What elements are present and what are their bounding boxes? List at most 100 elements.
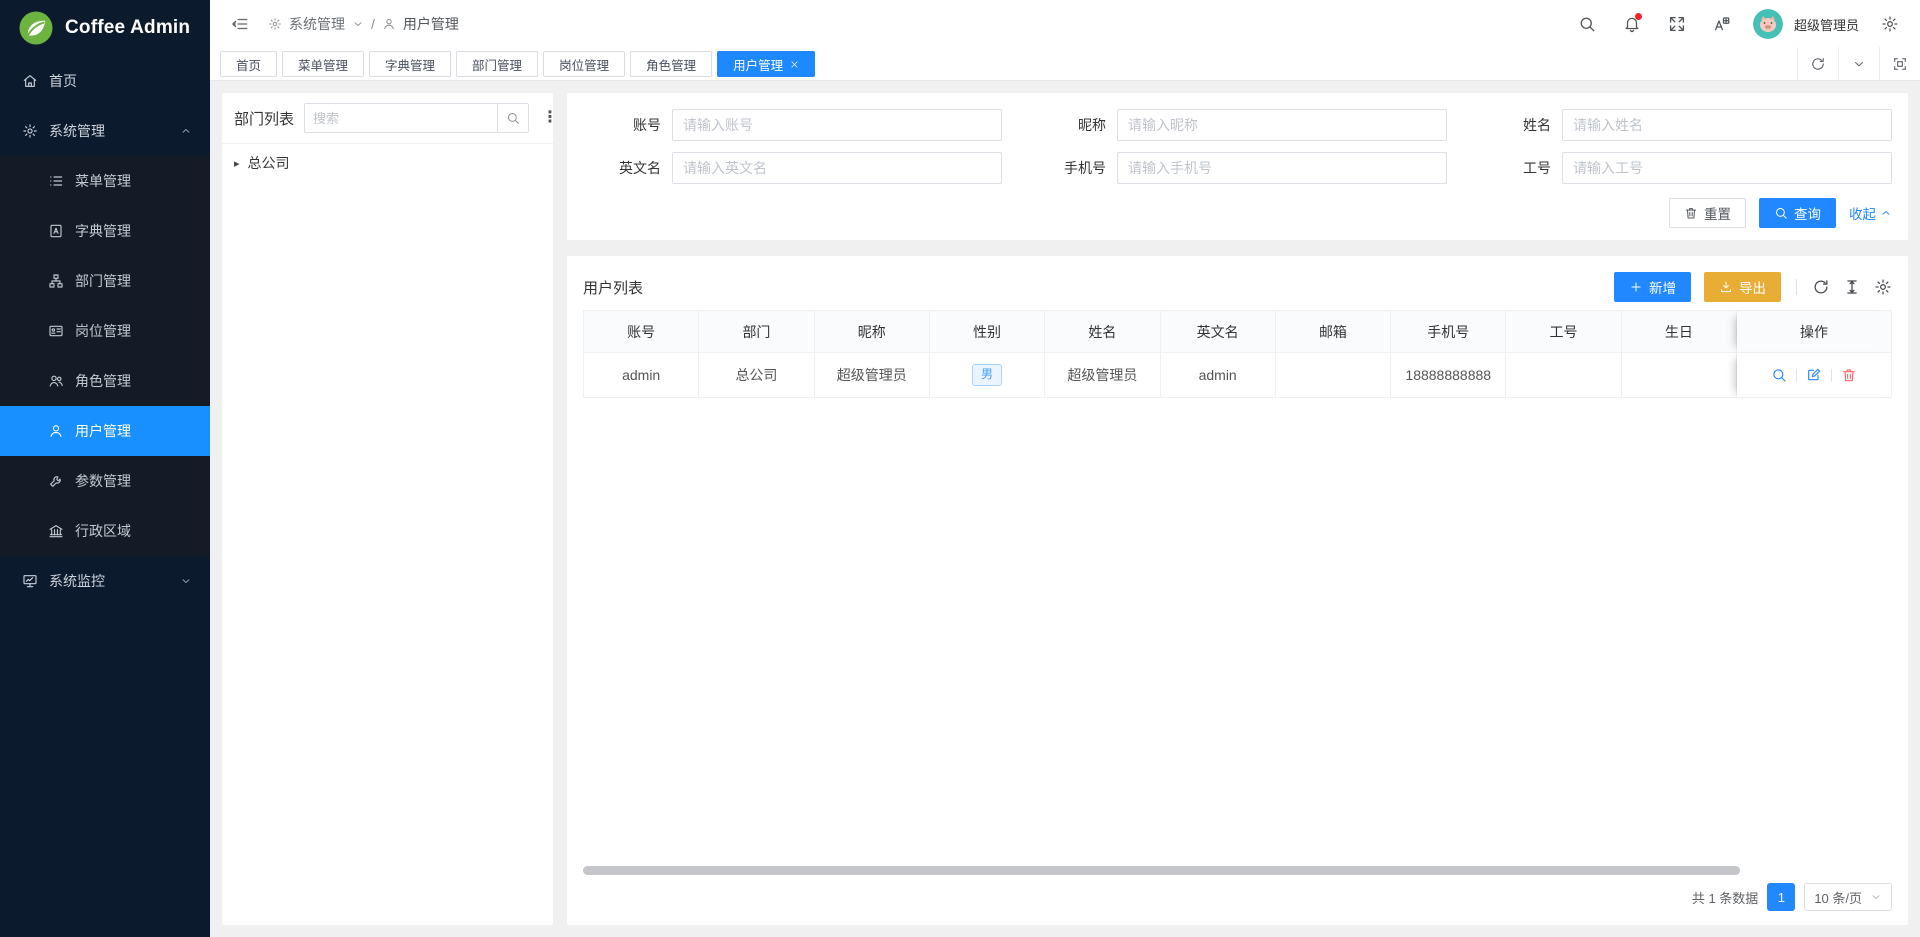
page-size-value: 10 条/页	[1814, 888, 1862, 907]
tab-menu-mgmt[interactable]: 菜单管理	[282, 51, 364, 77]
horizontal-scrollbar[interactable]	[583, 866, 1740, 875]
reset-button[interactable]: 重置	[1669, 198, 1746, 228]
fullscreen-button[interactable]	[1663, 10, 1691, 38]
sidebar-item-post-mgmt[interactable]: 岗位管理	[0, 306, 210, 356]
action-divider	[1831, 369, 1832, 382]
right-column: 账号 昵称 姓名 英文名	[567, 93, 1908, 925]
cell-name: 超级管理员	[1045, 353, 1160, 398]
magnifier-icon	[1771, 367, 1787, 383]
sidebar-item-label: 字典管理	[75, 221, 131, 241]
name-input[interactable]	[1562, 109, 1892, 141]
department-panel-header: 部门列表 ⋮	[222, 93, 553, 144]
sidebar-item-param-mgmt[interactable]: 参数管理	[0, 456, 210, 506]
chevron-down-icon	[1852, 57, 1866, 71]
tab-post-mgmt[interactable]: 岗位管理	[543, 51, 625, 77]
sidebar-item-admin-region[interactable]: 行政区域	[0, 506, 210, 556]
phone-input[interactable]	[1117, 152, 1447, 184]
search-form: 账号 昵称 姓名 英文名	[567, 93, 1908, 240]
sidebar-item-dict-mgmt[interactable]: 字典管理	[0, 206, 210, 256]
tab-dept-mgmt[interactable]: 部门管理	[456, 51, 538, 77]
department-search-input[interactable]	[304, 103, 497, 133]
sidebar-menu: 首页 系统管理 菜单管理 字典管理 部门管理	[0, 56, 210, 937]
collapse-form-link[interactable]: 收起	[1849, 203, 1892, 223]
page-size-select[interactable]: 10 条/页	[1804, 883, 1892, 911]
gear-icon	[268, 17, 282, 31]
gender-tag: 男	[972, 364, 1002, 386]
tree-node-head-office[interactable]: ▸ 总公司	[234, 153, 541, 173]
sidebar-item-role-mgmt[interactable]: 角色管理	[0, 356, 210, 406]
edit-row-button[interactable]	[1806, 367, 1822, 383]
maximize-content-button[interactable]	[1879, 47, 1920, 80]
user-table-card: 用户列表 新增 导出	[567, 256, 1908, 925]
settings-button[interactable]	[1876, 10, 1904, 38]
refresh-icon	[1812, 278, 1830, 296]
search-form-grid: 账号 昵称 姓名 英文名	[583, 109, 1892, 184]
cell-account: admin	[584, 353, 699, 398]
sidebar-group-system[interactable]: 系统管理	[0, 106, 210, 156]
view-row-button[interactable]	[1771, 367, 1787, 383]
table-title: 用户列表	[583, 277, 643, 298]
row-height-button[interactable]	[1843, 278, 1861, 296]
delete-row-button[interactable]	[1841, 367, 1857, 383]
breadcrumb-level1[interactable]: 系统管理	[289, 14, 345, 34]
sidebar-group-monitor[interactable]: 系统监控	[0, 556, 210, 606]
tab-user-mgmt[interactable]: 用户管理	[717, 51, 815, 77]
notifications-button[interactable]	[1618, 10, 1646, 38]
maximize-icon	[1892, 56, 1908, 72]
sidebar-item-user-mgmt[interactable]: 用户管理	[0, 406, 210, 456]
monitor-icon	[22, 573, 38, 589]
breadcrumb-level2: 用户管理	[403, 14, 459, 34]
en-name-input[interactable]	[672, 152, 1002, 184]
sidebar-item-home[interactable]: 首页	[0, 56, 210, 106]
tree-expand-icon[interactable]: ▸	[234, 157, 240, 170]
dictionary-icon	[48, 223, 64, 239]
tab-label: 部门管理	[472, 55, 522, 74]
account-input[interactable]	[672, 109, 1002, 141]
global-search-button[interactable]	[1573, 10, 1601, 38]
tab-actions-dropdown[interactable]	[1838, 47, 1879, 80]
cell-en-name: admin	[1161, 353, 1276, 398]
app-logo[interactable]: Coffee Admin	[0, 0, 210, 56]
tab-role-mgmt[interactable]: 角色管理	[630, 51, 712, 77]
chevron-up-icon	[180, 125, 192, 137]
tab-label: 用户管理	[733, 55, 783, 74]
sidebar-item-label: 菜单管理	[75, 171, 131, 191]
cell-work-no	[1506, 353, 1621, 398]
sidebar-item-menu-mgmt[interactable]: 菜单管理	[0, 156, 210, 206]
tab-dict-mgmt[interactable]: 字典管理	[369, 51, 451, 77]
tab-label: 岗位管理	[559, 55, 609, 74]
username[interactable]: 超级管理员	[1794, 15, 1859, 34]
gear-icon	[1874, 278, 1892, 296]
tab-home[interactable]: 首页	[220, 51, 277, 77]
user-table: 账号 部门 昵称 性别 姓名 英文名 邮箱 手机号 工号 生日 操作 admin…	[583, 310, 1892, 398]
org-chart-icon	[48, 273, 64, 289]
language-button[interactable]	[1708, 10, 1736, 38]
pagination-total: 共 1 条数据	[1692, 888, 1758, 907]
sidebar-collapse-button[interactable]	[226, 10, 254, 38]
nickname-input[interactable]	[1117, 109, 1447, 141]
tree-node-label: 总公司	[248, 153, 290, 173]
column-settings-button[interactable]	[1874, 278, 1892, 296]
refresh-table-button[interactable]	[1812, 278, 1830, 296]
refresh-icon	[1810, 56, 1826, 72]
list-icon	[48, 173, 64, 189]
sidebar-item-dept-mgmt[interactable]: 部门管理	[0, 256, 210, 306]
toolbar-divider	[1796, 279, 1797, 295]
page-1-button[interactable]: 1	[1767, 883, 1795, 911]
col-header-work-no: 工号	[1506, 311, 1621, 353]
avatar[interactable]	[1753, 9, 1783, 39]
department-search-button[interactable]	[497, 103, 529, 133]
cell-phone: 18888888888	[1391, 353, 1506, 398]
close-icon[interactable]	[790, 60, 799, 69]
add-user-button[interactable]: 新增	[1614, 272, 1691, 302]
department-more-button[interactable]: ⋮	[539, 108, 561, 128]
form-field-name: 姓名	[1473, 109, 1892, 141]
export-button[interactable]: 导出	[1704, 272, 1781, 302]
work-no-input[interactable]	[1562, 152, 1892, 184]
edit-icon	[1806, 367, 1822, 383]
refresh-tab-button[interactable]	[1797, 47, 1838, 80]
translate-icon	[1713, 15, 1731, 33]
query-button[interactable]: 查询	[1759, 198, 1836, 228]
form-field-account: 账号	[583, 109, 1002, 141]
col-header-gender: 性别	[930, 311, 1045, 353]
